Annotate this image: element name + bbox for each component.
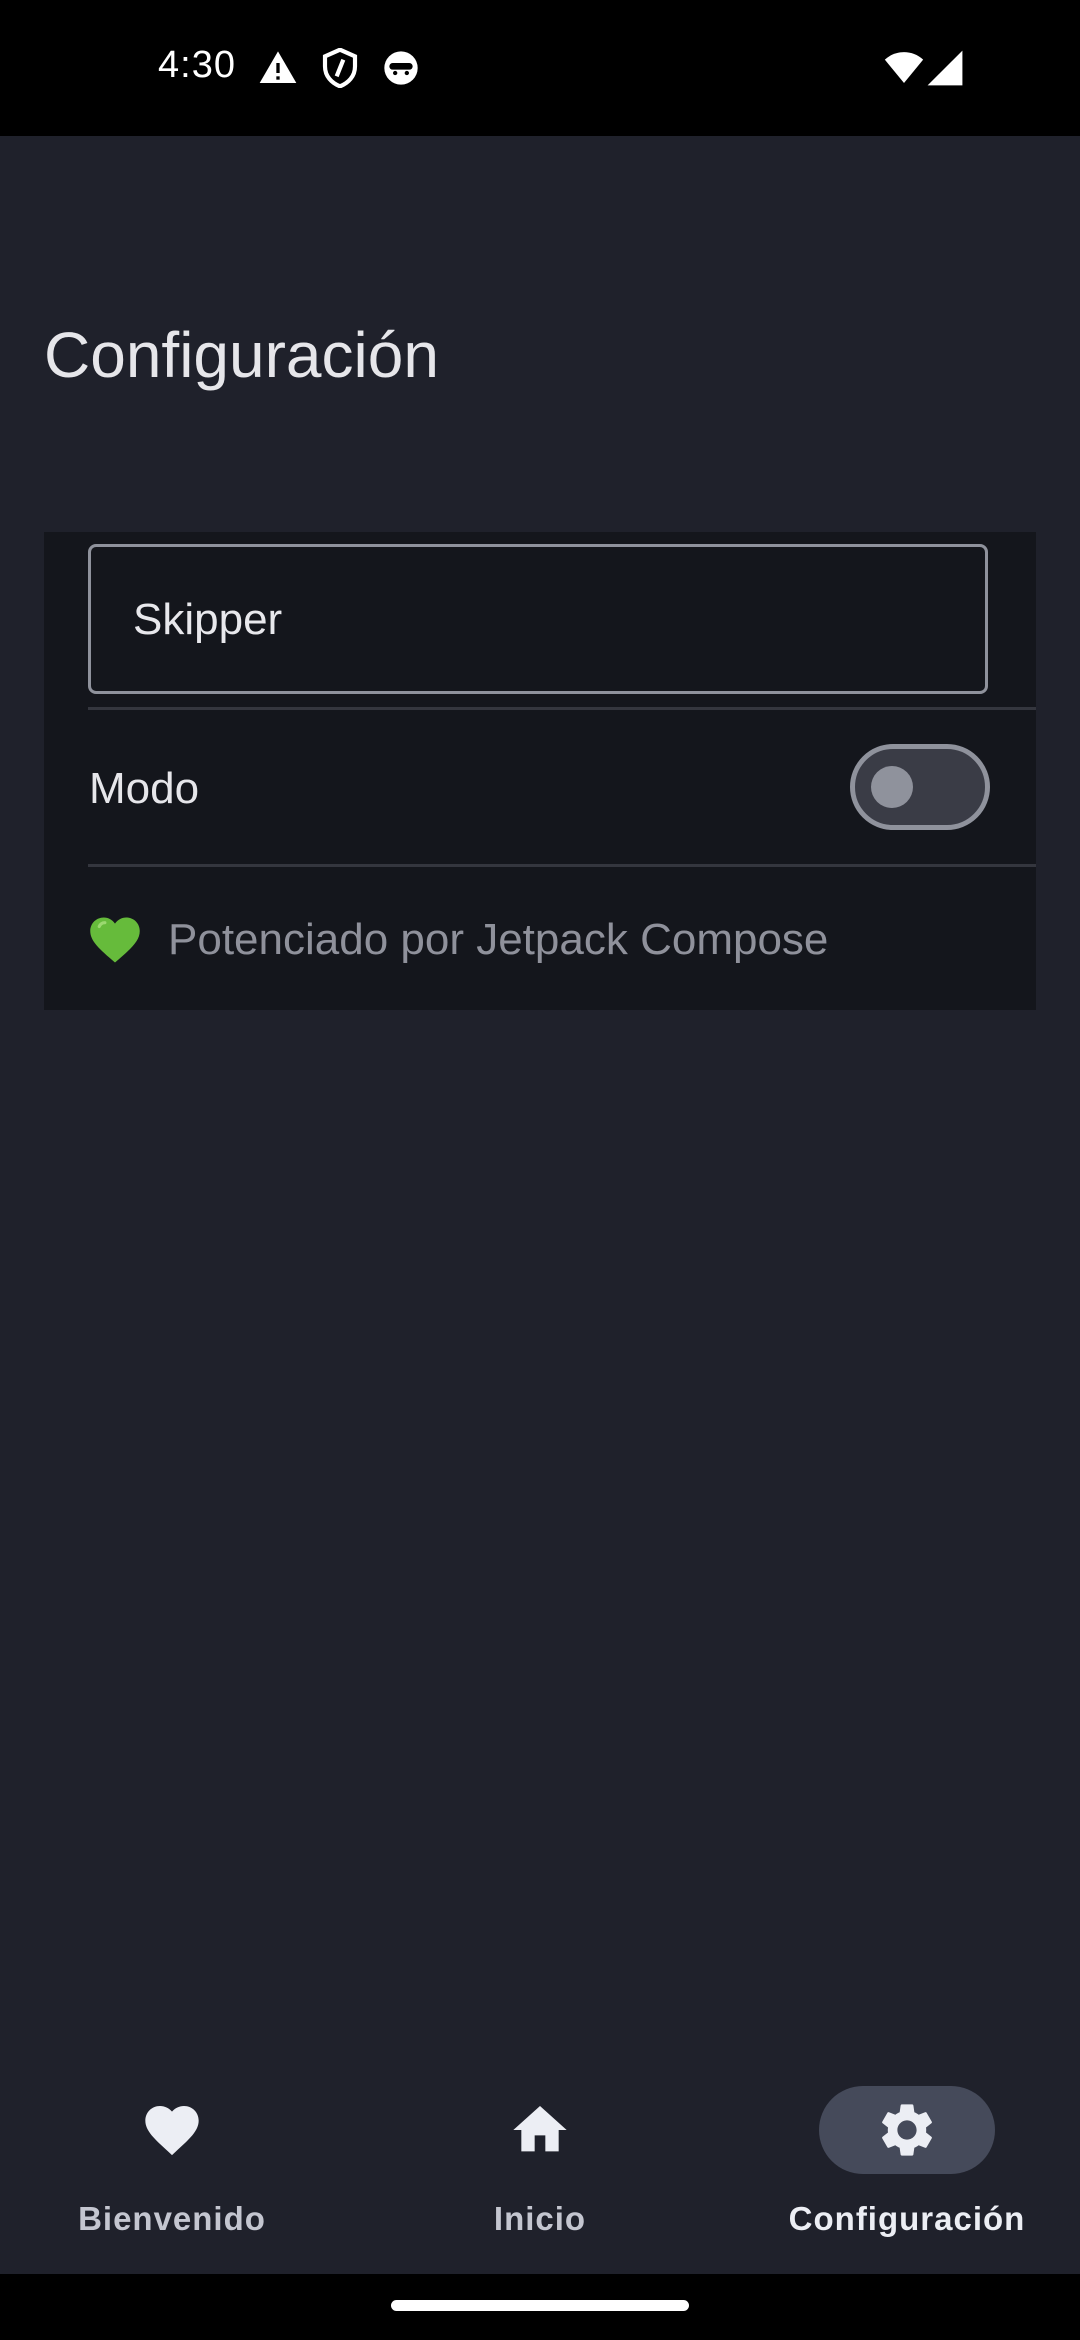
status-bar: 4:30 — [0, 0, 1080, 136]
gesture-handle[interactable] — [391, 2300, 689, 2311]
powered-by-text: Potenciado por Jetpack Compose — [168, 915, 829, 964]
page-title: Configuración — [44, 319, 439, 391]
toggle-knob — [871, 766, 913, 808]
mode-toggle[interactable] — [850, 744, 990, 830]
wifi-icon — [884, 52, 924, 83]
nav-label-inicio: Inicio — [493, 2200, 587, 2237]
divider — [88, 707, 1036, 710]
mode-label: Modo — [89, 764, 200, 813]
home-icon — [513, 2106, 567, 2152]
heart-icon — [145, 2106, 199, 2156]
shield-icon — [322, 48, 358, 88]
gear-icon — [882, 2104, 932, 2156]
nav-label-configuracion: Configuración — [788, 2200, 1026, 2237]
nav-item-inicio[interactable]: Inicio — [390, 2086, 690, 2246]
warning-icon — [259, 51, 297, 83]
name-field[interactable]: Skipper — [88, 544, 988, 694]
name-field-value: Skipper — [133, 595, 283, 644]
bottom-navigation: Bienvenido Inicio Configuración — [0, 2054, 1080, 2274]
nav-item-configuracion[interactable]: Configuración — [757, 2086, 1057, 2246]
status-time: 4:30 — [158, 44, 236, 86]
cellular-signal-icon — [927, 50, 963, 86]
divider — [88, 864, 1036, 867]
nav-item-bienvenido[interactable]: Bienvenido — [22, 2086, 322, 2246]
powered-by-row: Potenciado por Jetpack Compose — [88, 910, 828, 970]
gesture-navigation-area — [0, 2274, 1080, 2340]
settings-card: Skipper Modo Potenciado por Jetpack Comp… — [44, 532, 1036, 1010]
green-heart-icon — [90, 917, 140, 963]
face-icon — [384, 51, 418, 85]
nav-label-bienvenido: Bienvenido — [78, 2200, 266, 2237]
